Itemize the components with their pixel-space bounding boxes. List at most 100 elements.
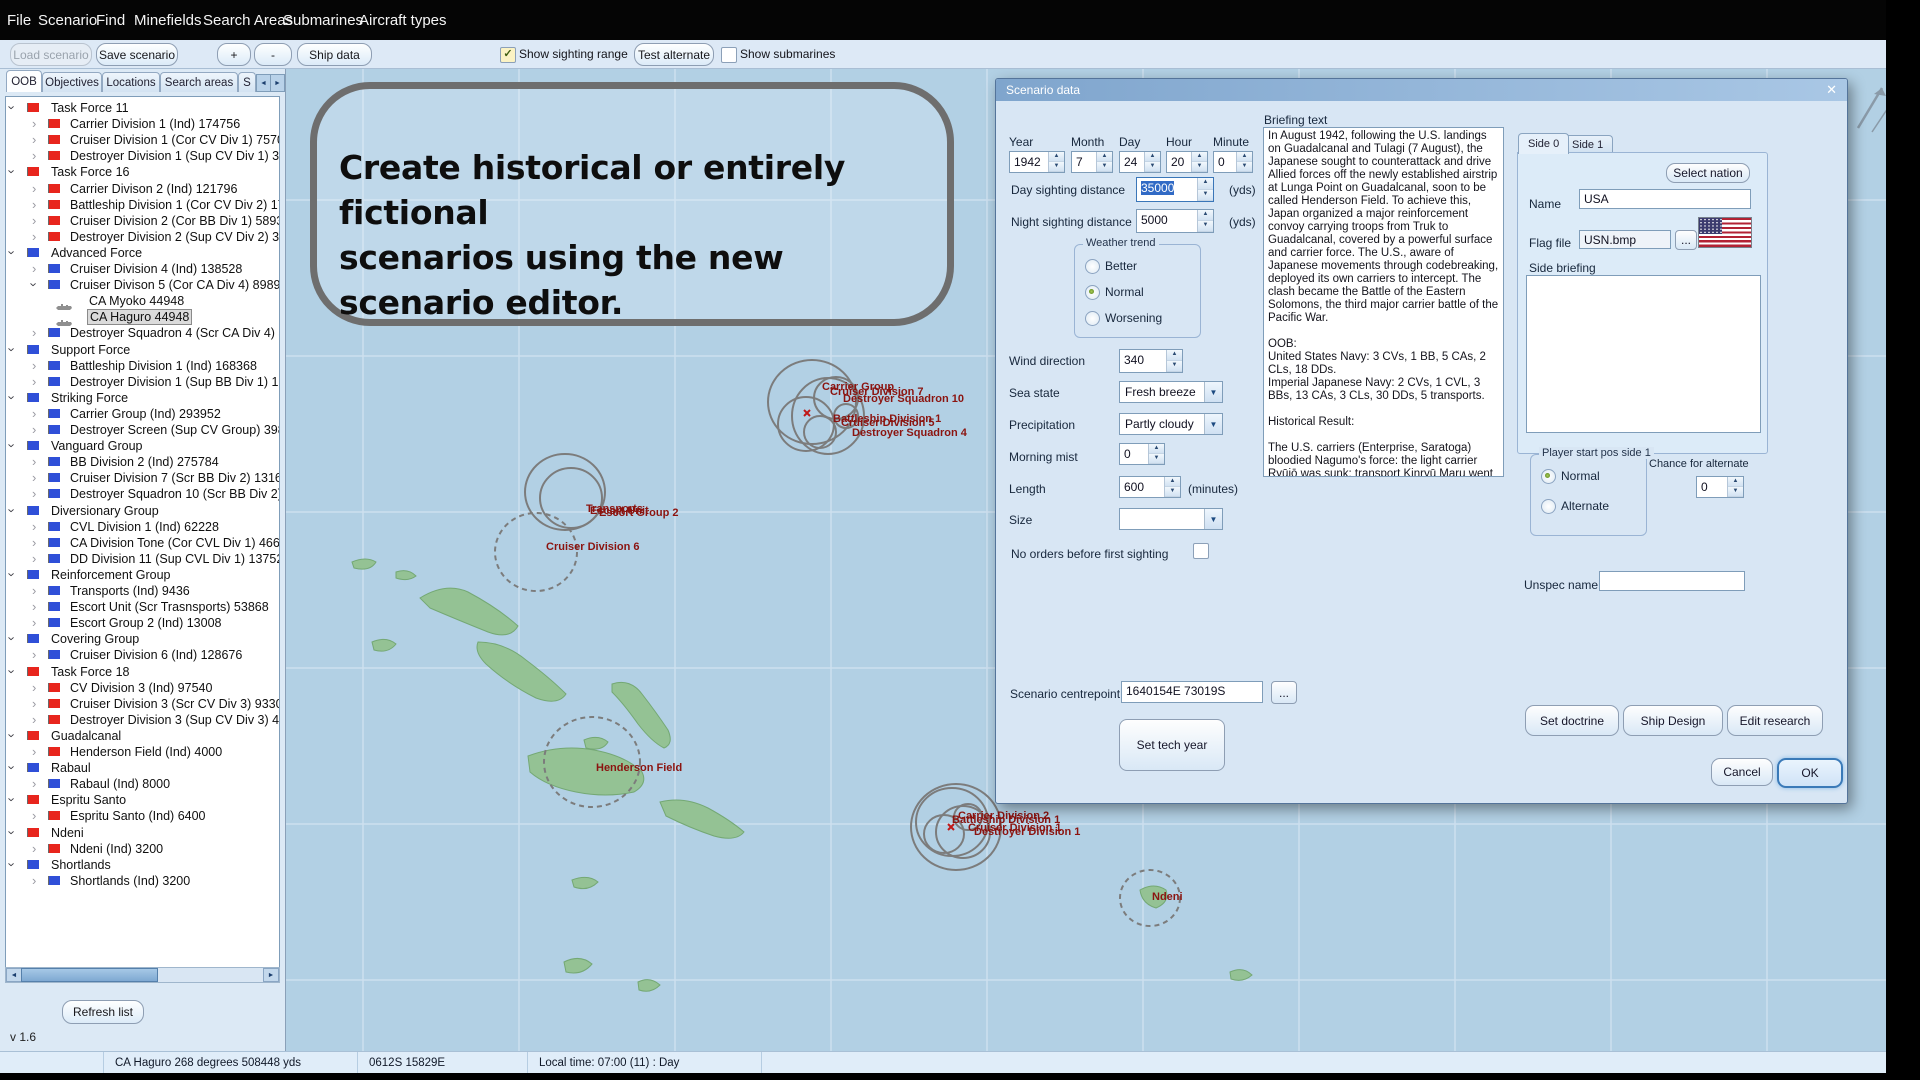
tab-side-0[interactable]: Side 0 [1518, 133, 1569, 154]
spinner-down-icon[interactable]: ▼ [1728, 487, 1743, 497]
tree-item[interactable]: ›Cruiser Division 7 (Scr BB Div 2) 13162… [6, 470, 279, 486]
tree-item-label[interactable]: Cruiser Division 1 (Cor CV Div 1) 75704 [68, 133, 280, 147]
tree-item[interactable]: ›Rabaul (Ind) 8000 [6, 776, 279, 792]
tree-item[interactable]: ›Advanced Force [6, 245, 279, 261]
ship-data-button[interactable]: Ship data [297, 43, 372, 66]
close-icon[interactable]: ✕ [1826, 82, 1837, 98]
radio-start-alternate[interactable] [1541, 499, 1556, 514]
tree-item[interactable]: › Cruiser Division 4 (Ind) 138528 [6, 261, 279, 277]
menu-minefields[interactable]: Minefields [134, 12, 202, 29]
expand-icon[interactable]: › [32, 198, 36, 211]
collapse-icon[interactable]: › [6, 105, 19, 109]
tree-item-label[interactable]: Cruiser Divison 5 (Cor CA Div 4) 89896 [68, 278, 280, 292]
tree-item[interactable]: ›DD Division 11 (Sup CVL Div 1) 13752 [6, 551, 279, 567]
tree-item-label[interactable]: Rabaul (Ind) 8000 [68, 777, 172, 791]
tree-item[interactable]: ›Carrier Group (Ind) 293952 [6, 406, 279, 422]
tree-item-label[interactable]: Espritu Santo (Ind) 6400 [68, 809, 208, 823]
spinner-up-icon[interactable]: ▲ [1097, 152, 1112, 162]
expand-icon[interactable]: › [32, 359, 36, 372]
expand-icon[interactable]: › [32, 230, 36, 243]
spinner-down-icon[interactable]: ▼ [1167, 361, 1182, 372]
tree-item[interactable]: ›Diversionary Group [6, 503, 279, 519]
expand-icon[interactable]: › [32, 520, 36, 533]
cancel-button[interactable]: Cancel [1711, 758, 1773, 786]
morning-mist-spinner[interactable]: 0▲▼ [1119, 443, 1165, 465]
tree-item[interactable]: ›Destroyer Screen (Sup CV Group) 39832 [6, 422, 279, 438]
tree-item[interactable]: ›Cruiser Division 1 (Cor CV Div 1) 75704 [6, 132, 279, 148]
scroll-right-icon[interactable]: ► [263, 968, 279, 982]
show-sighting-range-checkbox[interactable]: ✓ [500, 47, 516, 63]
scrollbar-thumb[interactable] [21, 968, 158, 982]
expand-icon[interactable]: › [32, 375, 36, 388]
tree-item-label[interactable]: Espritu Santo [49, 793, 128, 807]
spinner-up-icon[interactable]: ▲ [1198, 178, 1213, 190]
spinner-down-icon[interactable]: ▼ [1192, 162, 1207, 172]
expand-icon[interactable]: › [32, 745, 36, 758]
tree-item-label[interactable]: Carrier Group (Ind) 293952 [68, 407, 223, 421]
collapse-icon[interactable]: › [6, 862, 19, 866]
tree-item-label[interactable]: Destroyer Squadron 4 (Scr CA Div 4) 5559… [68, 326, 280, 340]
expand-icon[interactable]: › [32, 697, 36, 710]
radio-normal[interactable] [1085, 285, 1100, 300]
tree-item-label[interactable]: Carrier Divison 2 (Ind) 121796 [68, 182, 239, 196]
menu-scenario[interactable]: Scenario [38, 12, 97, 29]
spinner-down-icon[interactable]: ▼ [1049, 162, 1064, 172]
tree-item[interactable]: › Carrier Divison 2 (Ind) 121796 [6, 181, 279, 197]
expand-icon[interactable]: › [32, 182, 36, 195]
day-spinner[interactable]: 24▲▼ [1119, 151, 1161, 173]
tree-item[interactable]: › Destroyer Division 3 (Sup CV Div 3) 471… [6, 712, 279, 728]
tree-item-label[interactable]: Cruiser Division 7 (Scr BB Div 2) 131628 [68, 471, 280, 485]
spinner-down-icon[interactable]: ▼ [1149, 454, 1164, 464]
tree-item[interactable]: › CVL Division 1 (Ind) 62228 [6, 519, 279, 535]
radio-worsening[interactable] [1085, 311, 1100, 326]
expand-icon[interactable]: › [32, 262, 36, 275]
tree-item[interactable]: ›Task Force 11 [6, 100, 279, 116]
spinner-down-icon[interactable]: ▼ [1198, 190, 1213, 202]
collapse-icon[interactable]: › [6, 733, 19, 737]
no-orders-checkbox[interactable] [1193, 543, 1209, 559]
tree-horizontal-scrollbar[interactable]: ◄ ► [5, 967, 280, 983]
tree-item-label[interactable]: Destroyer Division 3 (Sup CV Div 3) 4713… [68, 713, 280, 727]
tree-item[interactable]: ›Escort Unit (Scr Trasnsports) 53868 [6, 599, 279, 615]
tree-item-label[interactable]: Rabaul [49, 761, 93, 775]
expand-icon[interactable]: › [32, 713, 36, 726]
flag-browse-button[interactable]: ... [1675, 230, 1697, 250]
tree-item[interactable]: ›Destroyer Squadron 4 (Scr CA Div 4) 555… [6, 325, 279, 341]
menu-submarines[interactable]: Submarines [283, 12, 363, 29]
spinner-up-icon[interactable]: ▲ [1198, 210, 1213, 221]
menu-find[interactable]: Find [96, 12, 125, 29]
tree-item-label[interactable]: Vanguard Group [49, 439, 145, 453]
tree-item-label[interactable]: CA Haguro 44948 [87, 309, 192, 325]
tree-item-label[interactable]: Ndeni [49, 826, 86, 840]
expand-icon[interactable]: › [32, 455, 36, 468]
expand-icon[interactable]: › [32, 809, 36, 822]
tree-item-label[interactable]: Destroyer Division 2 (Sup CV Div 2) 3435… [68, 230, 280, 244]
tree-item-label[interactable]: Diversionary Group [49, 504, 161, 518]
tree-item[interactable]: ›Destroyer Squadron 10 (Scr BB Div 2) 63… [6, 486, 279, 502]
tree-item[interactable]: ›Henderson Field (Ind) 4000 [6, 744, 279, 760]
chance-alternate-spinner[interactable]: 0▲▼ [1696, 476, 1744, 498]
show-submarines-checkbox[interactable] [721, 47, 737, 63]
tree-item-label[interactable]: CVL Division 1 (Ind) 62228 [68, 520, 221, 534]
tree-item[interactable]: ›BB Division 2 (Ind) 275784 [6, 454, 279, 470]
ok-button[interactable]: OK [1777, 758, 1843, 788]
tree-item-label[interactable]: Destroyer Division 1 (Sup BB Div 1) 1717… [68, 375, 280, 389]
tree-item-label[interactable]: Cruiser Division 4 (Ind) 138528 [68, 262, 244, 276]
radio-better[interactable] [1085, 259, 1100, 274]
tab-locations[interactable]: Locations [102, 72, 160, 92]
scroll-left-icon[interactable]: ◄ [6, 968, 22, 982]
dropdown-arrow-icon[interactable]: ▼ [1204, 382, 1222, 402]
tree-item[interactable]: ›Battleship Division 1 (Ind) 168368 [6, 358, 279, 374]
menu-search-areas[interactable]: Search Areas [203, 12, 293, 29]
tree-item[interactable]: ›Shortlands [6, 857, 279, 873]
centrepoint-field[interactable]: 1640154E 73019S [1121, 681, 1263, 703]
collapse-icon[interactable]: › [28, 282, 41, 286]
menu-aircraft-types[interactable]: Aircraft types [359, 12, 447, 29]
length-spinner[interactable]: 600▲▼ [1119, 476, 1181, 498]
tree-item-label[interactable]: Destroyer Squadron 10 (Scr BB Div 2) 632… [68, 487, 280, 501]
tree-item[interactable]: ›Vanguard Group [6, 438, 279, 454]
collapse-icon[interactable]: › [6, 798, 19, 802]
expand-icon[interactable]: › [32, 117, 36, 130]
tree-item-label[interactable]: CA Division Tone (Cor CVL Div 1) 46612 [68, 536, 280, 550]
spinner-up-icon[interactable]: ▲ [1145, 152, 1160, 162]
